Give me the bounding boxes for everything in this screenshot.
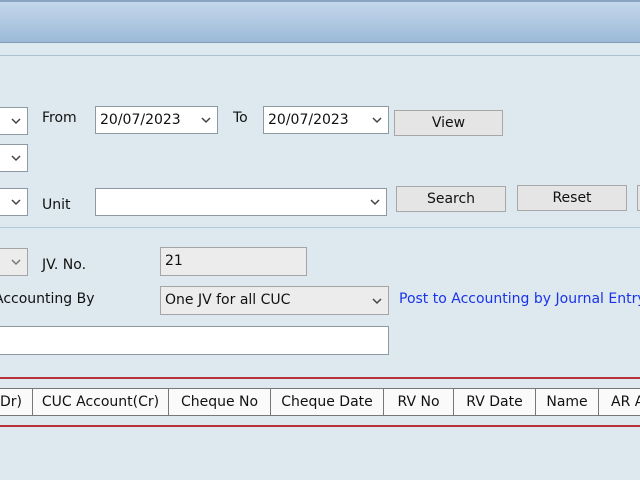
grid-header-container: Dr) CUC Account(Cr) Cheque No Cheque Dat… [0,377,640,427]
column-header[interactable]: Name [536,389,599,415]
chevron-down-icon [11,118,21,125]
panel-divider [0,55,640,56]
from-date-picker[interactable]: 20/07/2023 [95,106,218,134]
accounting-by-value: One JV for all CUC [165,292,291,308]
accounting-by-dropdown[interactable]: One JV for all CUC [160,286,389,315]
column-header[interactable]: Cheque No [169,389,271,415]
column-header[interactable]: Dr) [0,389,33,415]
jv-no-value: 21 [165,253,183,269]
grid-body [0,427,640,480]
to-date-picker[interactable]: 20/07/2023 [263,106,389,134]
to-label: To [233,110,248,126]
left-dropdown-2[interactable] [0,144,28,172]
jv-no-field[interactable]: 21 [160,247,307,276]
jv-no-label: JV. No. [42,257,87,273]
left-dropdown-3[interactable] [0,188,28,216]
search-button[interactable]: Search [396,186,506,212]
chevron-down-icon [372,117,382,124]
chevron-down-icon [11,155,21,162]
from-label: From [42,110,77,126]
accounting-by-label: Accounting By [0,291,95,307]
column-header[interactable]: RV No [384,389,454,415]
chevron-down-icon [370,199,380,206]
reset-button[interactable]: Reset [517,185,627,211]
chevron-down-icon [11,259,21,266]
chevron-down-icon [201,117,211,124]
chevron-down-icon [372,297,382,304]
to-date-value: 20/07/2023 [268,112,349,128]
column-header[interactable]: AR A [599,389,640,415]
window-title-bar [0,0,640,43]
column-header[interactable]: RV Date [454,389,536,415]
section-divider [0,227,640,228]
left-dropdown-1[interactable] [0,107,28,135]
chevron-down-icon [11,199,21,206]
left-dropdown-4[interactable] [0,248,28,276]
column-header[interactable]: CUC Account(Cr) [33,389,169,415]
view-button[interactable]: View [394,110,503,136]
post-to-accounting-link[interactable]: Post to Accounting by Journal Entry [399,291,640,307]
from-date-value: 20/07/2023 [100,112,181,128]
column-header[interactable]: Cheque Date [271,389,384,415]
unit-label: Unit [42,197,71,213]
remarks-field[interactable] [0,326,389,355]
unit-dropdown[interactable] [95,188,387,216]
title-bar-border [0,0,640,2]
grid-header-row: Dr) CUC Account(Cr) Cheque No Cheque Dat… [0,388,640,416]
